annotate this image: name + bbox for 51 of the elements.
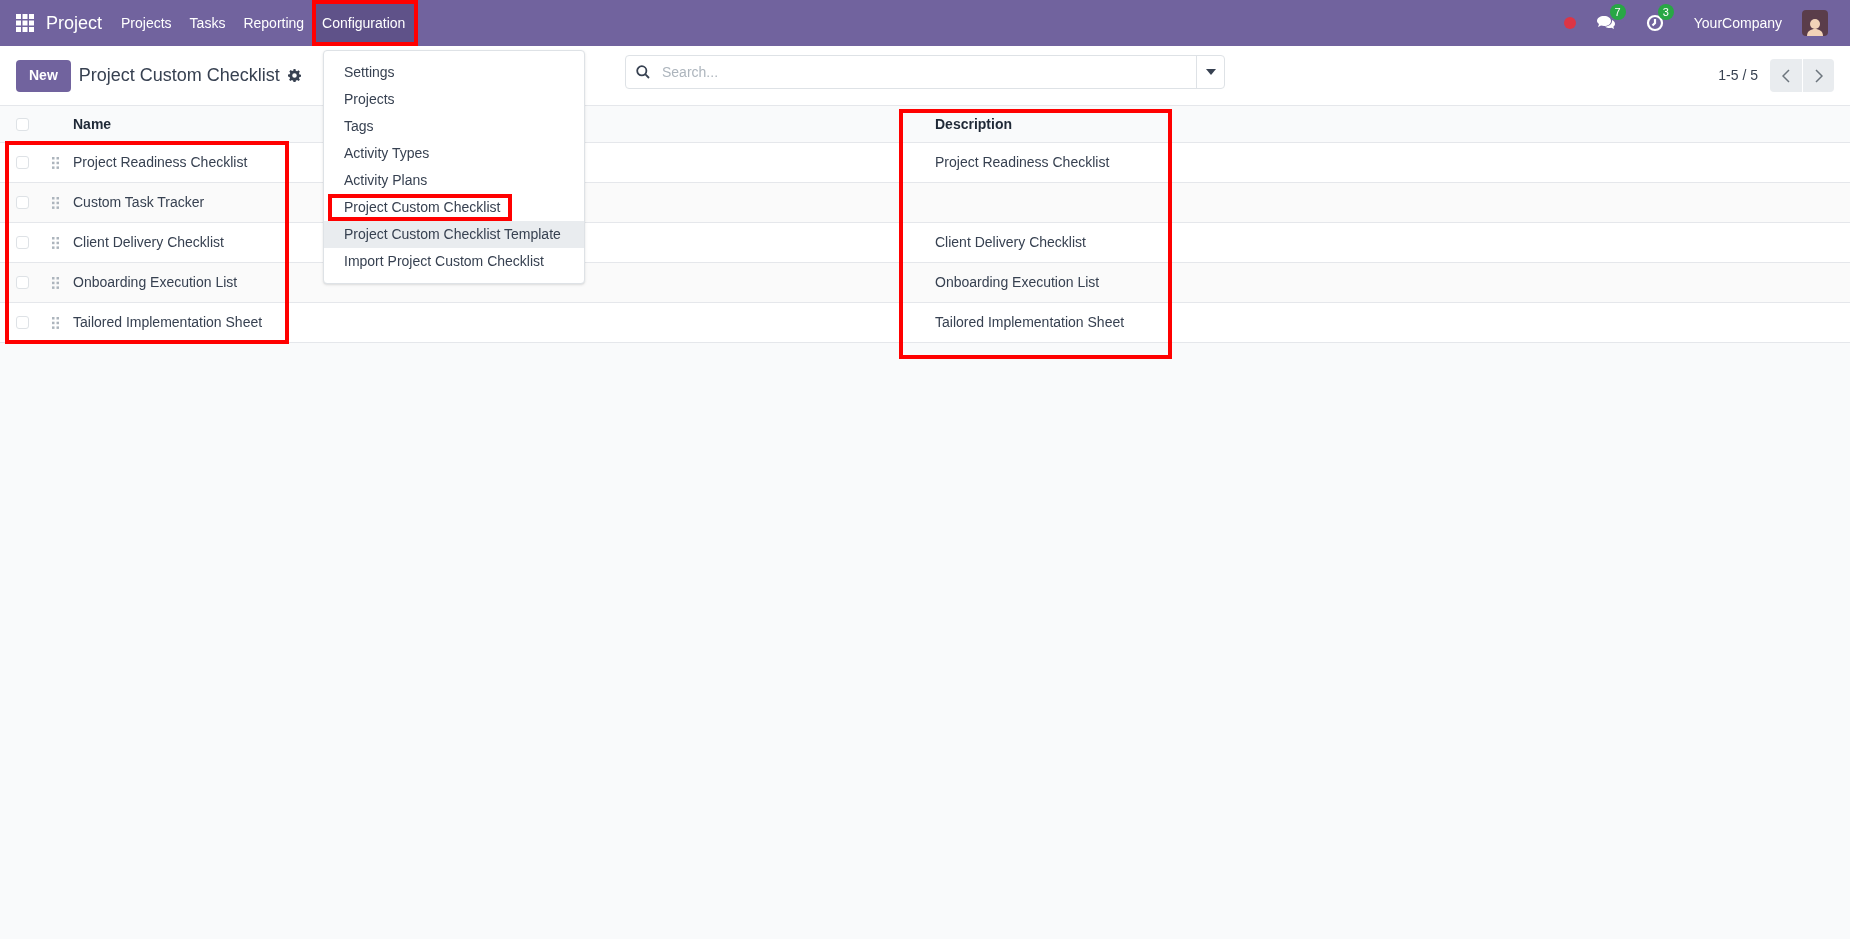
nav-menu-item[interactable]: Reporting [234, 0, 314, 46]
pager-value[interactable]: 1-5 / 5 [1718, 65, 1758, 86]
activity-count-badge: 3 [1657, 4, 1674, 20]
select-all-checkbox[interactable] [16, 117, 29, 131]
dropdown-menu-item[interactable]: Settings [324, 59, 584, 86]
app-name[interactable]: Project [46, 9, 103, 37]
avatar[interactable] [1802, 10, 1828, 36]
table-cell-text: Client Delivery Checklist [935, 233, 1086, 252]
next-page-button[interactable] [1802, 59, 1834, 92]
table-cell: Custom Task Tracker [73, 194, 205, 210]
table-cell: Project Readiness Checklist [73, 154, 248, 170]
column-header[interactable]: Description [935, 113, 1012, 135]
dropdown-menu-item[interactable]: Activity Types [324, 140, 584, 167]
message-count-badge: 7 [1609, 4, 1626, 20]
table-cell-text: Onboarding Execution List [935, 273, 1100, 292]
checkbox[interactable] [16, 276, 29, 289]
table-cell-text: Tailored Implementation Sheet [935, 313, 1125, 332]
drag-handle-icon[interactable] [52, 316, 59, 329]
drag-handle-icon[interactable] [52, 236, 59, 249]
drag-handle-icon[interactable] [52, 276, 59, 289]
table-cell-text: Project Readiness Checklist [935, 153, 1110, 172]
drag-handle-icon[interactable] [52, 156, 59, 169]
search-icon [636, 65, 650, 79]
nav-menu-item[interactable]: Projects [112, 0, 181, 46]
nav-menu-item[interactable]: Tasks [180, 0, 235, 46]
dropdown-menu-item[interactable]: Import Project Custom Checklist [324, 248, 584, 275]
clock-icon[interactable] [1645, 14, 1664, 32]
search-field[interactable]: Search... [625, 55, 1225, 89]
table-cell: Onboarding Execution List [73, 274, 238, 290]
chevron-right-icon [1814, 68, 1823, 83]
table-cell: Tailored Implementation Sheet [73, 314, 263, 330]
dropdown-menu-item[interactable]: Activity Plans [324, 167, 584, 194]
chat-icon[interactable] [1595, 14, 1616, 32]
dropdown-menu-item[interactable]: Tags [324, 113, 584, 140]
search-input[interactable]: Search... [662, 61, 1196, 83]
new-button[interactable]: New [16, 59, 71, 92]
dropdown-menu-item[interactable]: Projects [324, 86, 584, 113]
drag-handle-icon[interactable] [52, 196, 59, 209]
gear-icon[interactable] [287, 69, 301, 82]
checkbox[interactable] [16, 236, 29, 249]
checkbox[interactable] [16, 196, 29, 209]
apps-grid-icon[interactable] [16, 14, 34, 32]
column-header[interactable]: Name [73, 115, 112, 132]
company-name[interactable]: YourCompany [1693, 12, 1782, 34]
previous-page-button[interactable] [1770, 59, 1802, 92]
checkbox[interactable] [16, 316, 29, 329]
table-cell: Client Delivery Checklist [73, 234, 224, 250]
page-title: Project Custom Checklist [78, 64, 280, 87]
chevron-left-icon [1782, 68, 1790, 83]
dropdown-menu-item[interactable]: Project Custom Checklist Template [324, 221, 584, 248]
checkbox[interactable] [16, 156, 29, 169]
